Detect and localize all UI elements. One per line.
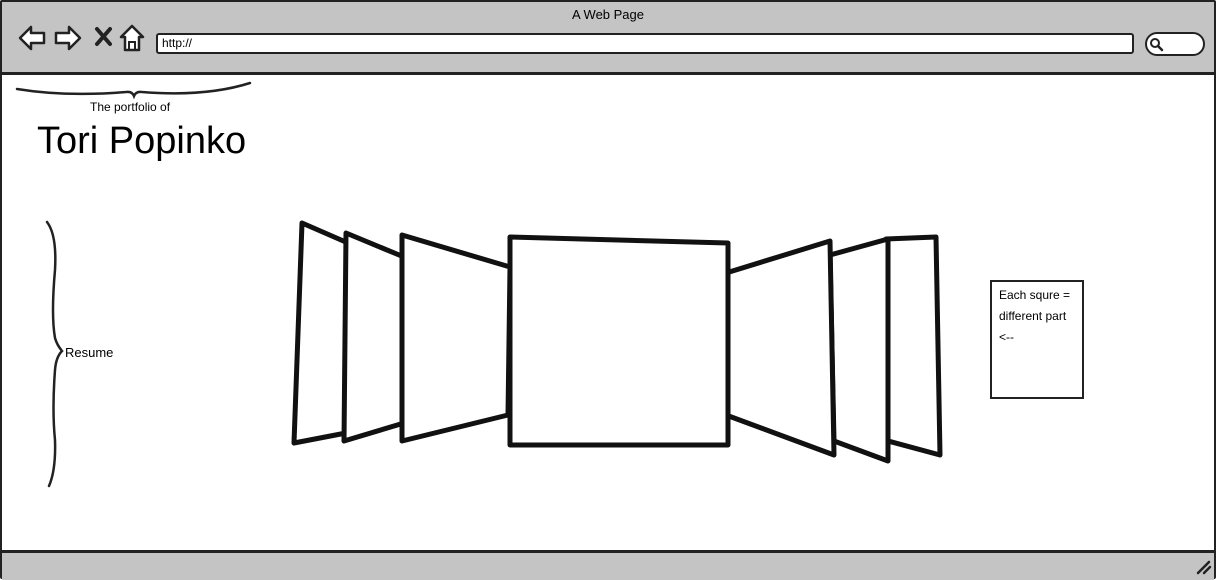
forward-icon[interactable] — [54, 24, 82, 52]
search-box[interactable] — [1145, 32, 1205, 56]
home-icon[interactable] — [119, 24, 145, 54]
note-line-1: Each squre = — [999, 288, 1071, 302]
portfolio-subtitle: The portfolio of — [90, 100, 171, 114]
annotation-note: Each squre = different part <-- — [990, 280, 1084, 399]
note-line-2: different part — [999, 309, 1067, 323]
carousel-panel-left-1[interactable] — [399, 232, 513, 444]
resume-link[interactable]: Resume — [65, 345, 113, 360]
note-line-3: <-- — [999, 330, 1014, 344]
search-icon — [1150, 38, 1164, 52]
status-bar — [2, 550, 1214, 580]
back-icon[interactable] — [18, 24, 46, 52]
stop-icon[interactable] — [94, 24, 114, 52]
header-brace — [15, 81, 252, 100]
resume-brace — [45, 220, 64, 488]
resize-grip-icon[interactable] — [1196, 559, 1212, 575]
carousel-panel-left-2[interactable] — [341, 230, 407, 444]
carousel[interactable] — [286, 215, 951, 465]
carousel-panel-left-3[interactable] — [291, 220, 351, 446]
page-content: The portfolio of Tori Popinko Resume Eac… — [2, 75, 1214, 550]
carousel-panel-right-2[interactable] — [827, 236, 891, 464]
window-title: A Web Page — [571, 7, 645, 22]
carousel-panel-right-1[interactable] — [723, 238, 837, 458]
address-bar[interactable]: http:// — [156, 33, 1134, 54]
page-title: Tori Popinko — [37, 120, 247, 162]
browser-window: A Web Page http:// The portfolio of Tori… — [0, 0, 1216, 580]
carousel-panel-right-3[interactable] — [883, 234, 943, 458]
browser-chrome: A Web Page http:// — [2, 2, 1214, 75]
carousel-panel-center[interactable] — [507, 234, 731, 448]
